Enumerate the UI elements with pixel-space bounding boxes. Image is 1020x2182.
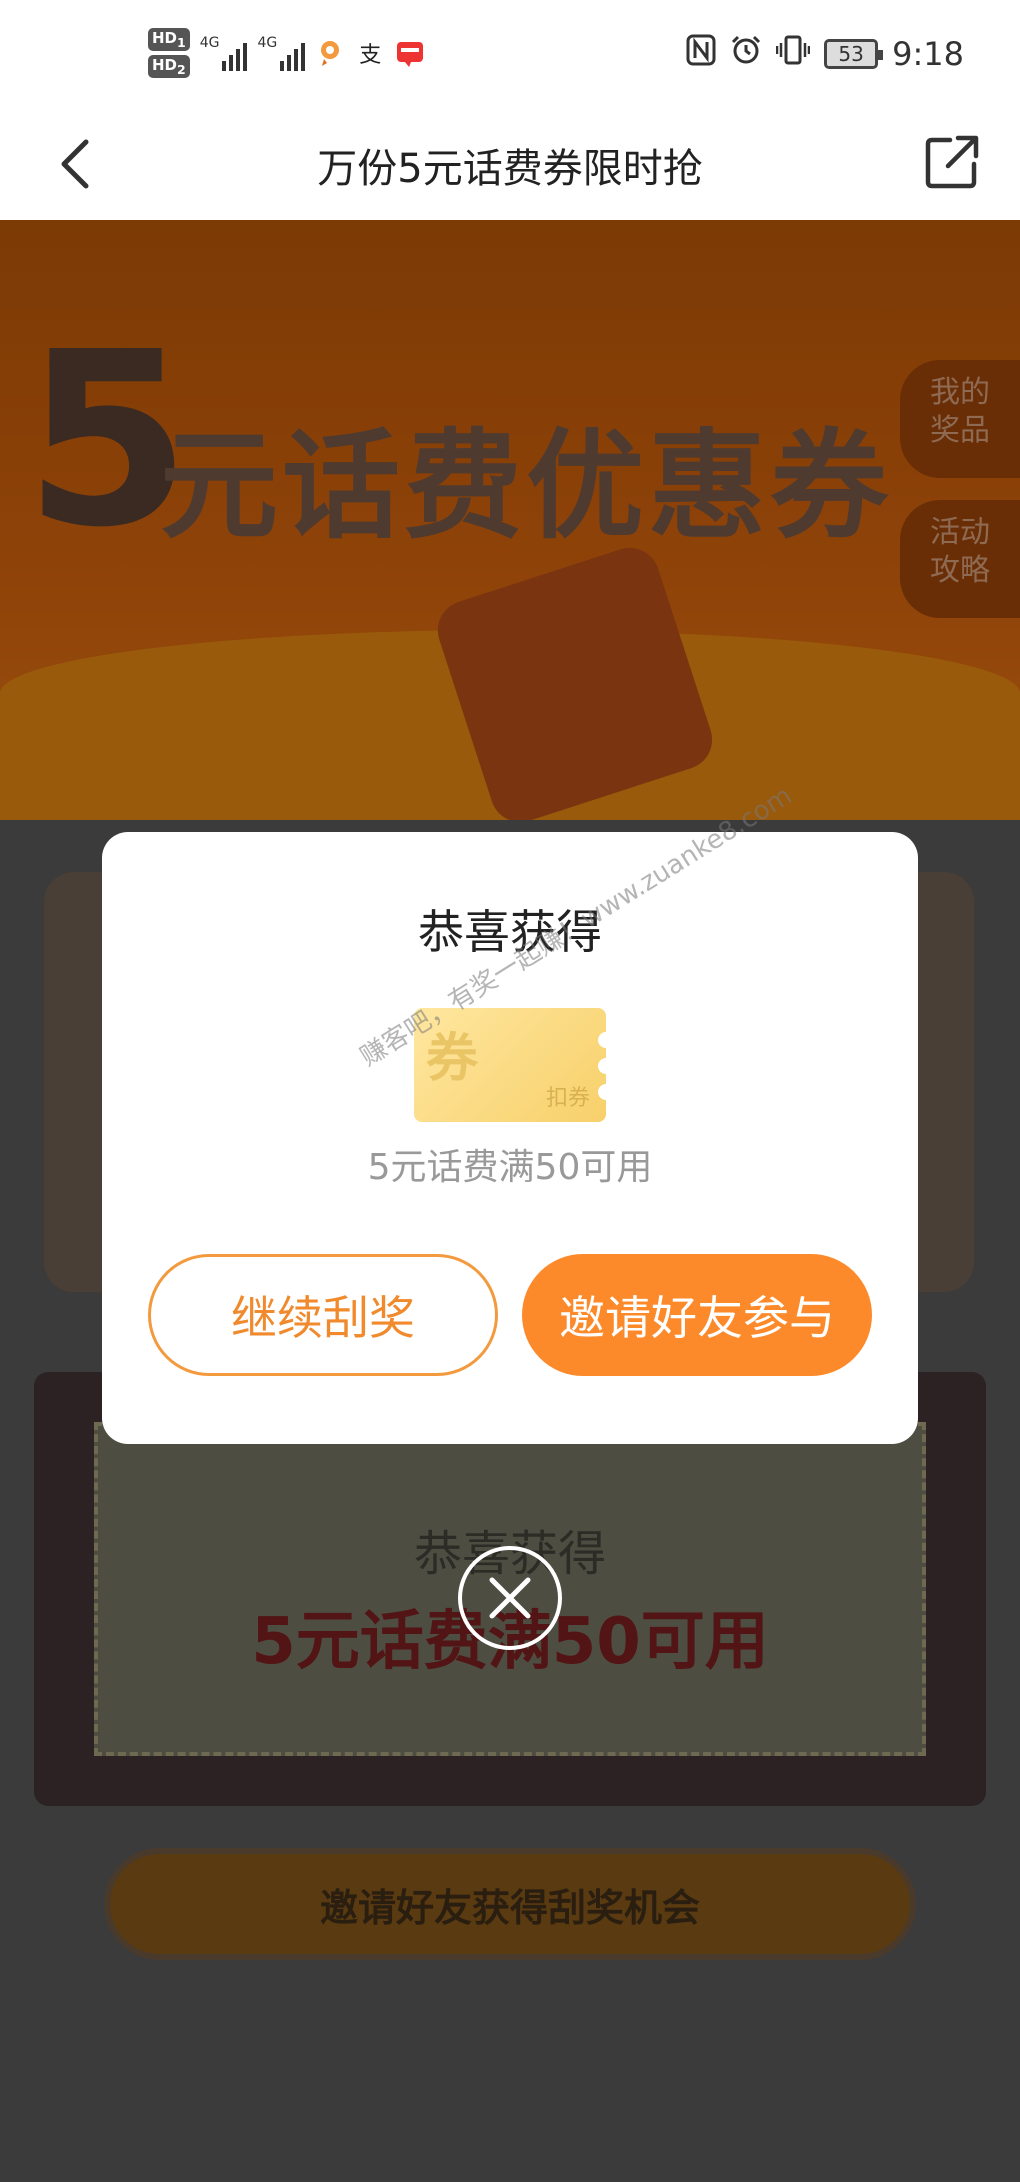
coupon-small-label: 扣券: [545, 1086, 590, 1111]
clock: 9:18: [892, 35, 964, 73]
signal-1-icon: 4G: [200, 35, 248, 71]
hero-banner: 5 元话费优惠券 我的 奖品 活动 攻略: [0, 220, 1020, 820]
status-left: HD1 HD2 4G 4G 支: [148, 28, 425, 78]
hd1-badge: HD1: [148, 28, 190, 51]
share-external-icon: [925, 135, 979, 189]
banner-title: 元话费优惠券: [160, 417, 893, 555]
close-icon: [489, 1577, 531, 1619]
hd-indicators: HD1 HD2: [148, 28, 190, 78]
status-right: 53 9:18: [686, 34, 964, 74]
app-badge-icon: [395, 38, 425, 68]
share-button[interactable]: [924, 134, 984, 194]
page-title: 万份5元话费券限时抢: [317, 146, 703, 192]
activity-guide-tab[interactable]: 活动 攻略: [900, 500, 1020, 618]
my-prizes-tab[interactable]: 我的 奖品: [900, 360, 1020, 478]
alipay-icon: 支: [359, 43, 382, 68]
location-pin-icon: [315, 38, 345, 68]
vibrate-icon: [775, 34, 811, 74]
invite-friends-button[interactable]: 邀请好友参与: [522, 1254, 872, 1376]
status-bar: HD1 HD2 4G 4G 支 53 9:18: [0, 0, 1020, 110]
nfc-icon: [686, 34, 716, 74]
invite-friends-bar[interactable]: 邀请好友获得刮奖机会: [104, 1848, 916, 1960]
signal-2-icon: 4G: [257, 35, 306, 71]
coupon-description: 5元话费满50可用: [367, 1147, 653, 1188]
battery-indicator: 53: [824, 39, 884, 69]
alarm-icon: [730, 34, 762, 74]
hd2-badge: HD2: [148, 55, 190, 78]
continue-scratch-button[interactable]: 继续刮奖: [148, 1254, 498, 1376]
prize-modal: 恭喜获得 券 扣券 赚客吧，有奖一起赚！www.zuanke8.com 5元话费…: [102, 781, 918, 1444]
title-bar: 万份5元话费券限时抢: [0, 110, 1020, 220]
close-modal-button[interactable]: [458, 1546, 562, 1650]
